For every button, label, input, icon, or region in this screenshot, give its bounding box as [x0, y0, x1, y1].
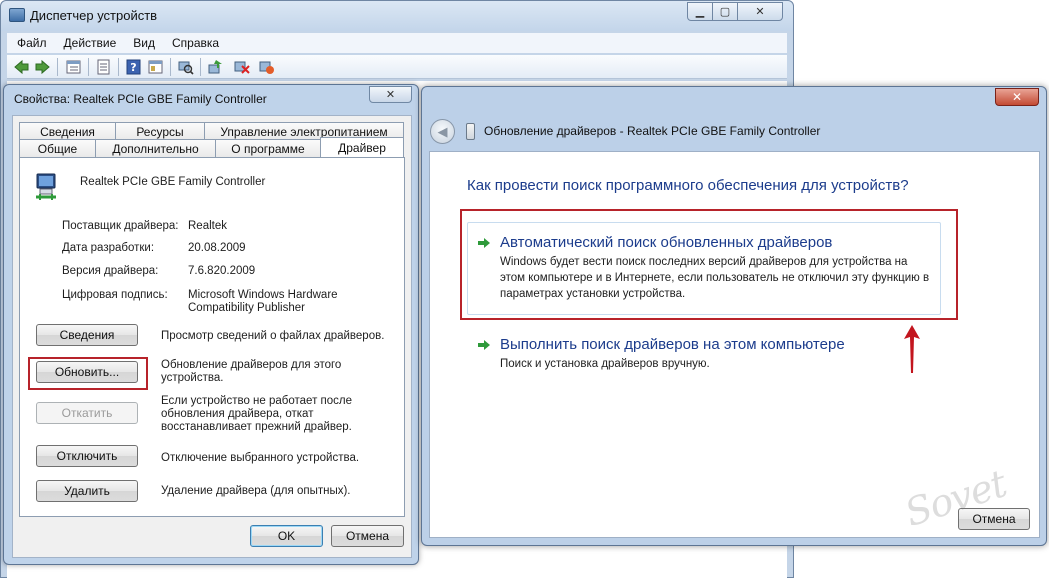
back-icon[interactable]: [13, 59, 30, 75]
close-icon: ✕: [1011, 90, 1023, 104]
scan-hardware-icon[interactable]: [177, 59, 194, 75]
window-title: Диспетчер устройств: [30, 8, 158, 23]
driver-version-value: 7.6.820.2009: [188, 265, 256, 277]
maximize-button[interactable]: ▢: [712, 2, 738, 21]
driver-provider-value: Realtek: [188, 220, 227, 232]
disable-device-desc: Отключение выбранного устройства.: [161, 452, 360, 464]
close-icon: ✕: [755, 6, 765, 18]
minimize-button[interactable]: ▁: [687, 2, 713, 21]
ok-button[interactable]: OK: [250, 525, 323, 547]
browse-computer-desc: Поиск и установка драйверов вручную.: [500, 358, 710, 370]
close-button[interactable]: ✕: [737, 2, 783, 21]
driver-details-desc: Просмотр сведений о файлах драйверов.: [161, 330, 385, 342]
back-arrow-icon: ◀: [437, 123, 448, 139]
update-driver-button[interactable]: Обновить...: [36, 361, 138, 383]
menu-view[interactable]: Вид: [133, 36, 155, 50]
browse-computer-title[interactable]: Выполнить поиск драйверов на этом компью…: [500, 336, 845, 353]
disable-device-button[interactable]: Отключить: [36, 445, 138, 467]
forward-icon[interactable]: [34, 59, 51, 75]
tab-general[interactable]: Общие: [19, 139, 96, 158]
hardware-icon: [466, 123, 475, 140]
tab-row-2: Общие Дополнительно О программе Драйвер: [19, 137, 404, 158]
green-arrow-icon: [478, 340, 490, 350]
title-bar[interactable]: Диспетчер устройств ▁ ▢ ✕: [1, 1, 793, 31]
wizard-close-button[interactable]: ✕: [995, 88, 1039, 106]
properties-close-button[interactable]: ✕: [369, 86, 412, 103]
wizard-header: Обновление драйверов - Realtek PCIe GBE …: [484, 124, 821, 138]
close-icon: ✕: [385, 89, 396, 101]
disable-icon[interactable]: [233, 59, 250, 75]
device-manager-icon: [9, 8, 25, 22]
properties-cancel-button[interactable]: Отмена: [331, 525, 404, 547]
menu-help[interactable]: Справка: [172, 36, 219, 50]
wizard-question: Как провести поиск программного обеспече…: [467, 177, 909, 194]
tab-about[interactable]: О программе: [215, 139, 321, 158]
menu-action[interactable]: Действие: [64, 36, 117, 50]
menu-file[interactable]: Файл: [17, 36, 47, 50]
rollback-driver-button[interactable]: Откатить: [36, 402, 138, 424]
driver-date-label: Дата разработки:: [62, 242, 155, 254]
driver-date-value: 20.08.2009: [188, 242, 246, 254]
svg-text:?: ?: [130, 61, 136, 74]
back-button[interactable]: ◀: [430, 119, 455, 144]
minimize-icon: ▁: [695, 6, 705, 18]
uninstall-driver-desc: Удаление драйвера (для опытных).: [161, 485, 351, 497]
device-name: Realtek PCIe GBE Family Controller: [80, 176, 266, 188]
digital-signer-value: Microsoft Windows Hardware Compatibility…: [188, 289, 338, 314]
red-arrow-annotation-icon: [904, 325, 920, 373]
maximize-icon: ▢: [719, 6, 731, 18]
uninstall-driver-button[interactable]: Удалить: [36, 480, 138, 502]
properties-icon[interactable]: [95, 59, 112, 75]
digital-signer-label: Цифровая подпись:: [62, 289, 168, 301]
view-icon[interactable]: [65, 59, 82, 75]
toolbar: ?: [7, 55, 787, 79]
update-driver-icon[interactable]: [207, 59, 224, 75]
network-adapter-icon: [36, 173, 56, 200]
update-driver-desc: Обновление драйверов для этого устройств…: [161, 359, 342, 384]
rollback-driver-desc: Если устройство не работает после обновл…: [161, 395, 353, 433]
properties-title: Свойства: Realtek PCIe GBE Family Contro…: [14, 92, 267, 106]
uninstall-icon[interactable]: [258, 59, 275, 75]
tab-advanced[interactable]: Дополнительно: [95, 139, 216, 158]
console-icon[interactable]: [147, 59, 164, 75]
menu-bar: Файл Действие Вид Справка: [7, 33, 787, 53]
driver-provider-label: Поставщик драйвера:: [62, 220, 179, 232]
tab-driver[interactable]: Драйвер: [320, 137, 404, 158]
help-icon[interactable]: ?: [125, 59, 142, 75]
driver-version-label: Версия драйвера:: [62, 265, 159, 277]
driver-details-button[interactable]: Сведения: [36, 324, 138, 346]
highlight-auto-search: [460, 209, 958, 320]
